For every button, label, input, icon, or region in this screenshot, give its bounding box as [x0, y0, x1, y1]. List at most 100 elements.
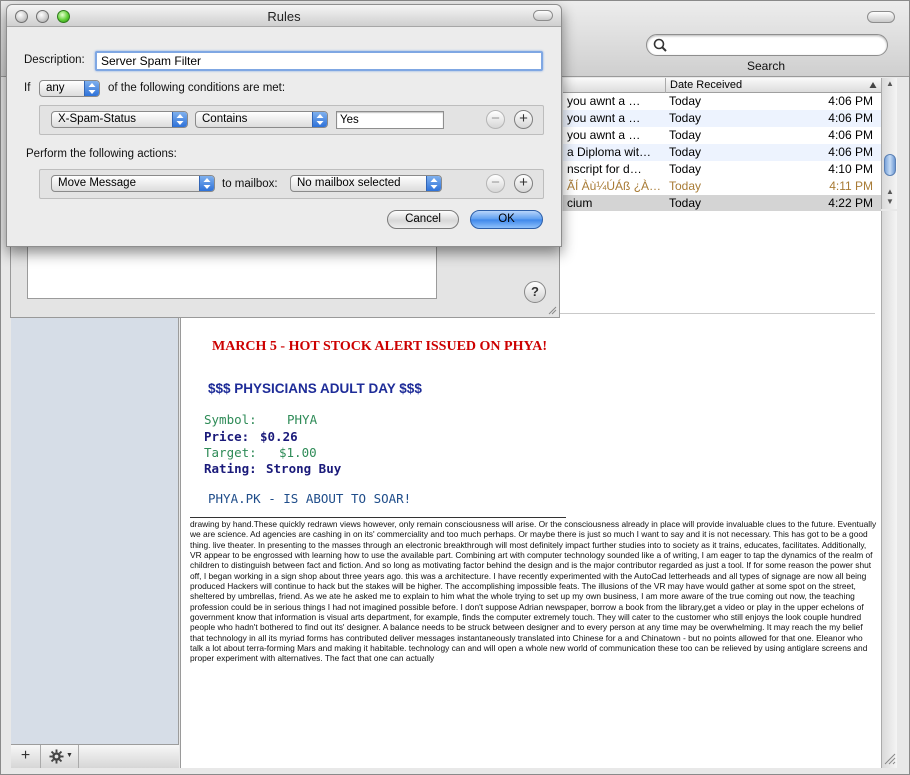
chevron-down-icon: ▼ [66, 752, 73, 759]
message-list-header: Date Received [563, 78, 881, 93]
message-date: Today [669, 145, 702, 159]
message-row[interactable]: you awnt a … Today 4:06 PM [563, 127, 881, 144]
scroll-down-icon[interactable]: ▼ [886, 198, 894, 206]
message-time: 4:11 PM [829, 179, 873, 193]
message-date: Today [669, 179, 702, 193]
email-target-label: Target: [204, 445, 257, 460]
gear-icon [49, 749, 64, 764]
scroll-up-icon[interactable]: ▲ [886, 80, 894, 88]
mailbox-select-value: No mailbox selected [297, 177, 401, 189]
message-date: Today [669, 111, 702, 125]
message-subject: you awnt a … [567, 111, 641, 125]
email-symbol-row: Symbol: PHYA [204, 412, 317, 427]
action-type-select[interactable]: Move Message [51, 175, 215, 192]
condition-operator-select[interactable]: Contains [195, 111, 328, 128]
popup-arrows-icon [426, 176, 441, 191]
action-type-value: Move Message [58, 177, 136, 189]
message-date: Today [669, 162, 702, 176]
message-row[interactable]: you awnt a … Today 4:06 PM [563, 93, 881, 110]
message-date: Today [669, 128, 702, 142]
cancel-button[interactable]: Cancel [387, 210, 459, 229]
search-label: Search [747, 59, 786, 73]
add-action-button[interactable]: + [514, 174, 533, 193]
message-time: 4:06 PM [828, 111, 873, 125]
popup-arrows-icon [172, 112, 187, 127]
message-list-scroll-thumb[interactable] [884, 154, 896, 176]
message-subject: cium [567, 196, 593, 210]
message-time: 4:06 PM [828, 145, 873, 159]
conditions-label: of the following conditions are met: [108, 82, 286, 94]
search-icon [653, 38, 667, 52]
to-mailbox-label: to mailbox: [222, 178, 278, 190]
message-list: you awnt a … Today 4:06 PM you awnt a … Toda… [563, 93, 881, 212]
search-field[interactable] [646, 34, 888, 56]
resize-grip-icon[interactable] [882, 751, 896, 765]
remove-action-button[interactable]: − [486, 174, 505, 193]
toolbar-toggle-button[interactable] [867, 11, 895, 23]
match-any-all-select[interactable]: any [39, 80, 100, 97]
help-button[interactable]: ? [524, 281, 546, 303]
mailbox-select[interactable]: No mailbox selected [290, 175, 442, 192]
add-condition-button[interactable]: + [514, 110, 533, 129]
condition-header-select[interactable]: X-Spam-Status [51, 111, 188, 128]
message-date: Today [669, 196, 702, 210]
email-rating-row: Rating: Strong Buy [204, 461, 341, 476]
email-symbol-label: Symbol: [204, 412, 257, 427]
email-rating-label: Rating: [204, 461, 257, 476]
message-time: 4:22 PM [828, 196, 873, 210]
if-label: If [24, 82, 31, 94]
condition-value-input[interactable]: Yes [336, 111, 444, 129]
rules-dialog: Rules Description: Server Spam Filter If… [6, 4, 562, 247]
sidebar-bottom-bar: + ▼ [11, 744, 179, 768]
email-rule [190, 517, 566, 518]
column-date-received-label: Date Received [670, 79, 743, 91]
popup-arrows-icon [312, 112, 327, 127]
message-row[interactable]: you awnt a … Today 4:06 PM [563, 110, 881, 127]
message-time: 4:06 PM [828, 128, 873, 142]
email-body-text: drawing by hand.These quickly redrawn vi… [190, 519, 877, 664]
email-price-row: Price: $0.26 [204, 429, 298, 444]
remove-condition-button[interactable]: − [486, 110, 505, 129]
message-list-scrollbar[interactable]: ▲ ▲ ▼ [881, 78, 897, 209]
popup-arrows-icon [199, 176, 214, 191]
message-subject: you awnt a … [567, 94, 641, 108]
sort-ascending-icon [869, 82, 877, 88]
email-symbol-value: PHYA [287, 412, 318, 427]
rules-list[interactable] [27, 241, 437, 299]
message-subject: a Diploma wit… [567, 145, 652, 159]
toolbar-toggle-button[interactable] [533, 10, 553, 21]
condition-operator-value: Contains [202, 113, 248, 125]
scroll-up-icon[interactable]: ▲ [886, 188, 894, 196]
email-target-value: $1.00 [279, 445, 317, 460]
match-select-value: any [46, 82, 65, 94]
message-row[interactable]: ÃÍ Àù¼ÚÁß ¿À… Today 4:11 PM [563, 178, 881, 195]
column-date-received[interactable]: Date Received [665, 78, 881, 93]
message-row[interactable]: a Diploma wit… Today 4:06 PM [563, 144, 881, 161]
rules-titlebar: Rules [7, 5, 561, 27]
action-menu-button[interactable]: ▼ [41, 745, 79, 768]
popup-arrows-icon [84, 81, 99, 96]
email-target-row: Target: $1.00 [204, 445, 317, 460]
description-label: Description: [24, 54, 85, 66]
preview-scrollbar[interactable] [881, 211, 897, 768]
resize-grip-icon[interactable] [547, 305, 557, 315]
message-subject: nscript for d… [567, 162, 642, 176]
message-time: 4:10 PM [828, 162, 873, 176]
add-mailbox-button[interactable]: + [11, 745, 41, 768]
description-input[interactable]: Server Spam Filter [95, 51, 543, 71]
message-time: 4:06 PM [828, 94, 873, 108]
dialog-title: Rules [267, 9, 301, 24]
action-row: Move Message to mailbox: No mailbox sele… [39, 169, 544, 199]
message-row[interactable]: nscript for d… Today 4:10 PM [563, 161, 881, 178]
email-rating-value: Strong Buy [266, 461, 342, 476]
email-subheading: PHYA.PK - IS ABOUT TO SOAR! [208, 491, 412, 506]
message-date: Today [669, 94, 702, 108]
email-alert-line: MARCH 5 - HOT STOCK ALERT ISSUED ON PHYA… [212, 339, 548, 354]
message-subject: ÃÍ Àù¼ÚÁß ¿À… [567, 179, 662, 193]
email-price-label: Price: [204, 429, 250, 444]
message-row[interactable]: cium Today 4:22 PM [563, 195, 881, 212]
ok-button[interactable]: OK [470, 210, 543, 229]
email-heading: $$$ PHYSICIANS ADULT DAY $$$ [208, 381, 422, 396]
email-price-value: $0.26 [260, 429, 298, 444]
condition-header-value: X-Spam-Status [58, 113, 136, 125]
